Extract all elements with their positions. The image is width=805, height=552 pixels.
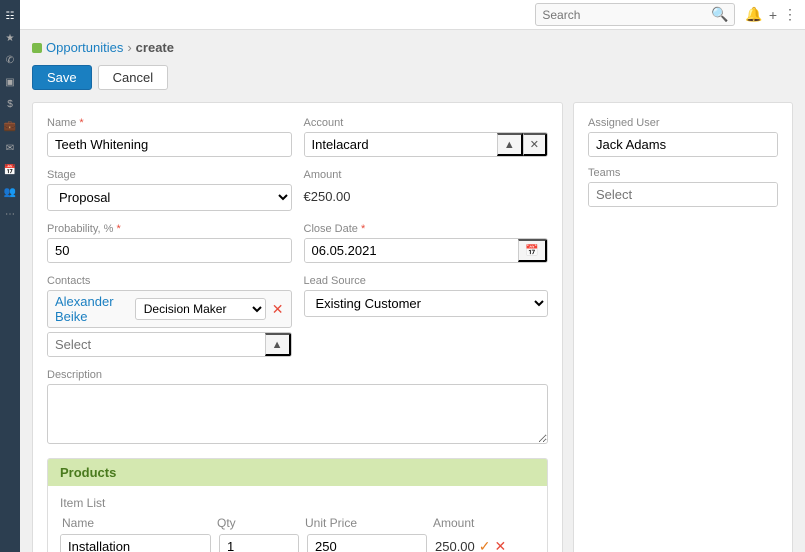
contact-name[interactable]: Alexander Beike <box>55 294 129 324</box>
description-row: Description <box>47 369 548 444</box>
close-date-group: Close Date * 📅 <box>304 223 549 263</box>
action-bar: Save Cancel <box>32 65 793 90</box>
probability-input[interactable] <box>47 238 292 263</box>
account-up-btn[interactable]: ▲ <box>497 133 523 156</box>
stage-amount-row: Stage Proposal Prospecting Qualification… <box>47 169 548 211</box>
close-date-input[interactable] <box>305 239 519 262</box>
description-textarea[interactable] <box>47 384 548 444</box>
sidebar: ☷ ★ ✆ ▣ $ 💼 ✉ 📅 👥 ⋯ <box>0 0 20 552</box>
name-account-row: Name * Account ▲ ✕ <box>47 117 548 157</box>
amount-group: Amount €250.00 <box>304 169 549 211</box>
contact-item: Alexander Beike Decision Maker Evaluator… <box>47 290 292 328</box>
product-remove-icon[interactable]: ✕ <box>495 538 507 552</box>
breadcrumb-parent[interactable]: Opportunities <box>46 40 123 55</box>
side-panel: Assigned User ▲ ✕ Teams ▲ <box>573 102 793 552</box>
sidebar-star-icon[interactable]: ★ <box>2 30 18 46</box>
stage-select[interactable]: Proposal Prospecting Qualification Negot… <box>47 184 292 211</box>
page-content: Opportunities › create Save Cancel Name … <box>20 30 805 552</box>
sidebar-grid-icon[interactable]: ☷ <box>2 8 18 24</box>
close-date-calendar-btn[interactable]: 📅 <box>518 239 547 262</box>
item-list-label: Item List <box>60 496 535 510</box>
close-date-input-group: 📅 <box>304 238 549 263</box>
sidebar-dollar-icon[interactable]: $ <box>2 96 18 112</box>
product-name-group: ▲ <box>60 534 211 552</box>
product-edit-icon[interactable]: ✓ <box>479 538 491 552</box>
product-price-input[interactable] <box>307 534 427 552</box>
account-input[interactable] <box>305 133 497 156</box>
name-input[interactable] <box>47 132 292 157</box>
col-qty-header: Qty <box>217 516 297 530</box>
col-name-header: Name <box>62 516 209 530</box>
contacts-label: Contacts <box>47 275 292 287</box>
probability-group: Probability, % * <box>47 223 292 263</box>
amount-display: €250.00 <box>304 184 549 209</box>
stage-label: Stage <box>47 169 292 181</box>
col-amount-header: Amount <box>433 516 533 530</box>
lead-source-group: Lead Source Existing Customer Cold Call … <box>304 275 549 357</box>
sidebar-calendar-icon[interactable]: 📅 <box>2 162 18 178</box>
search-input[interactable] <box>542 8 705 22</box>
probability-label: Probability, % * <box>47 223 292 235</box>
product-name-input[interactable] <box>61 535 211 552</box>
name-label: Name * <box>47 117 292 129</box>
sidebar-briefcase-icon[interactable]: 💼 <box>2 118 18 134</box>
breadcrumb-separator: › <box>127 40 131 55</box>
contact-select-input[interactable] <box>48 333 265 356</box>
contact-select-row: ▲ <box>47 332 292 357</box>
name-group: Name * <box>47 117 292 157</box>
sidebar-more-icon[interactable]: ⋯ <box>2 206 18 222</box>
bell-icon[interactable]: 🔔 <box>745 6 762 23</box>
sidebar-chart-icon[interactable]: ▣ <box>2 74 18 90</box>
assigned-user-input[interactable] <box>589 133 778 156</box>
assigned-user-label: Assigned User <box>588 117 778 129</box>
main-content: 🔍 🔔 + ⋮ Opportunities › create Save Canc… <box>20 0 805 552</box>
contacts-lead-row: Contacts Alexander Beike Decision Maker … <box>47 275 548 357</box>
sidebar-phone-icon[interactable]: ✆ <box>2 52 18 68</box>
breadcrumb-current: create <box>136 40 174 55</box>
close-date-label: Close Date * <box>304 223 549 235</box>
teams-label: Teams <box>588 167 778 179</box>
add-icon[interactable]: + <box>769 7 777 23</box>
contact-role-select[interactable]: Decision Maker Evaluator Executive Spons… <box>135 298 266 320</box>
save-button[interactable]: Save <box>32 65 92 90</box>
products-body: Item List Name Qty Unit Price Amount ▲ <box>48 486 547 552</box>
account-group: Account ▲ ✕ <box>304 117 549 157</box>
search-box[interactable]: 🔍 <box>535 3 735 26</box>
product-amount-value: 250.00 <box>435 539 475 552</box>
search-icon[interactable]: 🔍 <box>711 6 728 23</box>
sidebar-envelope-icon[interactable]: ✉ <box>2 140 18 156</box>
cancel-button[interactable]: Cancel <box>98 65 168 90</box>
description-group: Description <box>47 369 548 444</box>
amount-label: Amount <box>304 169 549 181</box>
product-row: ▲ 250.00 ✓ ✕ <box>60 534 535 552</box>
topbar: 🔍 🔔 + ⋮ <box>20 0 805 30</box>
contact-remove-icon[interactable]: ✕ <box>272 301 284 318</box>
main-form: Name * Account ▲ ✕ <box>32 102 563 552</box>
contacts-group: Contacts Alexander Beike Decision Maker … <box>47 275 292 357</box>
account-label: Account <box>304 117 549 129</box>
product-qty-input[interactable] <box>219 534 299 552</box>
breadcrumb-dot <box>32 43 42 53</box>
products-table-header: Name Qty Unit Price Amount <box>60 516 535 530</box>
products-section: Products Item List Name Qty Unit Price A… <box>47 458 548 552</box>
prob-date-row: Probability, % * Close Date * 📅 <box>47 223 548 263</box>
sidebar-users-icon[interactable]: 👥 <box>2 184 18 200</box>
lead-source-select[interactable]: Existing Customer Cold Call Email Partne… <box>304 290 549 317</box>
assigned-user-input-group: ▲ ✕ <box>588 132 778 157</box>
products-header: Products <box>48 459 547 486</box>
form-wrapper: Name * Account ▲ ✕ <box>32 102 793 552</box>
description-label: Description <box>47 369 548 381</box>
stage-group: Stage Proposal Prospecting Qualification… <box>47 169 292 211</box>
account-input-group: ▲ ✕ <box>304 132 549 157</box>
contact-up-btn[interactable]: ▲ <box>265 333 291 356</box>
teams-input[interactable] <box>589 183 778 206</box>
product-amount: 250.00 ✓ ✕ <box>435 538 535 552</box>
account-clear-btn[interactable]: ✕ <box>523 133 547 156</box>
col-unit-price-header: Unit Price <box>305 516 425 530</box>
ellipsis-icon[interactable]: ⋮ <box>783 6 797 23</box>
teams-input-group: ▲ <box>588 182 778 207</box>
contacts-list: Alexander Beike Decision Maker Evaluator… <box>47 290 292 357</box>
breadcrumb: Opportunities › create <box>32 40 793 55</box>
lead-source-label: Lead Source <box>304 275 549 287</box>
